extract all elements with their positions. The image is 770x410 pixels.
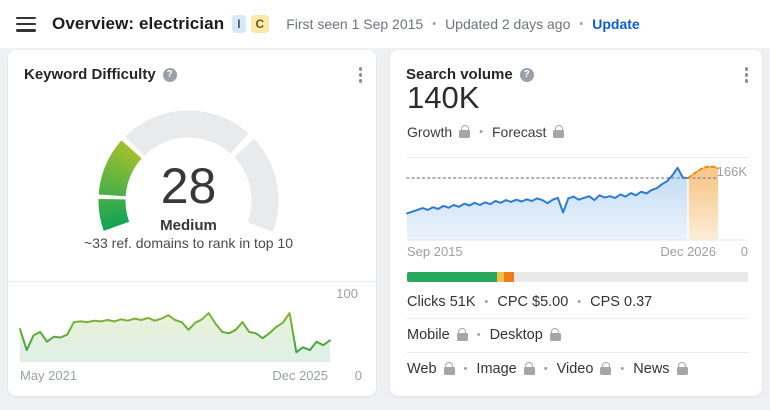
growth-forecast-toggles: Growth • Forecast — [407, 124, 565, 140]
item-label: News — [633, 361, 670, 377]
help-icon[interactable]: ? — [162, 67, 177, 82]
more-options-icon[interactable] — [741, 63, 753, 87]
lock-icon — [523, 362, 535, 375]
clicks-stats-row: Clicks 51K • CPC $5.00 • CPS 0.37 — [407, 294, 652, 310]
divider — [8, 281, 376, 282]
cpc-5-00-item: CPC $5.00 — [497, 294, 568, 310]
item-label: Forecast — [491, 124, 547, 140]
updated-text: Updated 2 days ago — [445, 16, 571, 32]
separator-dot: • — [543, 363, 548, 375]
news-item[interactable]: News — [633, 361, 688, 377]
axis-label-start: Sep 2015 — [407, 244, 463, 259]
lock-icon — [600, 362, 612, 375]
axis-label-zero: 0 — [740, 244, 748, 259]
devices-row: Mobile • Desktop — [407, 327, 561, 343]
search-volume-chart[interactable]: 166K — [390, 158, 762, 250]
svg-text:166K: 166K — [717, 164, 748, 179]
separator-dot: • — [484, 296, 489, 308]
mobile-item[interactable]: Mobile — [407, 327, 468, 343]
intent-badge-informational[interactable]: I — [232, 15, 246, 33]
separator-dot: • — [579, 18, 584, 30]
kd-score-value: 28 — [160, 158, 217, 214]
lock-icon — [553, 125, 565, 138]
kd-ref-domains-note: ~33 ref. domains to rank in top 10 — [84, 235, 293, 251]
axis-label-zero: 0 — [354, 368, 362, 383]
item-label: Web — [407, 361, 437, 377]
search-volume-value: 140K — [407, 80, 480, 115]
cps-0-37-item: CPS 0.37 — [590, 294, 652, 310]
item-label: Video — [556, 361, 594, 377]
axis-label-start: May 2021 — [20, 368, 78, 383]
help-icon[interactable]: ? — [519, 67, 534, 82]
clicks-51k-item: Clicks 51K — [407, 294, 476, 310]
separator-dot: • — [577, 296, 582, 308]
update-link[interactable]: Update — [592, 16, 639, 32]
mixed-clicks-segment — [497, 272, 504, 282]
item-label: Clicks 51K — [407, 294, 476, 310]
item-label: Growth — [407, 124, 453, 140]
item-label: Desktop — [489, 327, 543, 343]
web-item[interactable]: Web — [407, 361, 455, 377]
more-options-icon[interactable] — [355, 63, 367, 87]
separator-dot: • — [620, 363, 625, 375]
lock-icon — [443, 362, 455, 375]
item-label: CPS 0.37 — [590, 294, 653, 310]
divider — [407, 318, 748, 319]
desktop-item[interactable]: Desktop — [490, 327, 561, 343]
forecast-item[interactable]: Forecast — [491, 124, 565, 140]
first-seen-text: First seen 1 Sep 2015 — [286, 16, 424, 32]
lock-icon — [676, 362, 688, 375]
top-bar: Overview: electrician I C First seen 1 S… — [0, 0, 770, 48]
growth-item[interactable]: Growth — [407, 124, 471, 140]
separator-dot: • — [463, 363, 468, 375]
svg-text:100: 100 — [336, 286, 358, 301]
keyword-meta: First seen 1 Sep 2015 • Updated 2 days a… — [286, 16, 639, 32]
paid-clicks-segment — [503, 272, 514, 282]
axis-label-end: Dec 2025 — [272, 368, 328, 383]
item-label: Image — [476, 361, 517, 377]
kd-level-label: Medium — [160, 217, 217, 234]
kd-card-header: Keyword Difficulty ? — [24, 63, 366, 87]
organic-clicks-segment — [407, 272, 498, 282]
page-title: Overview: electrician — [52, 14, 225, 33]
image-item[interactable]: Image — [476, 361, 535, 377]
axis-label-end: Dec 2026 — [660, 244, 716, 259]
intent-badge-commercial[interactable]: C — [250, 15, 270, 33]
search-volume-card: Search volume ? 140K Growth • Forecast 166… — [390, 50, 762, 396]
lock-icon — [549, 328, 561, 341]
kd-card-title: Keyword Difficulty — [24, 66, 156, 84]
divider — [407, 352, 748, 353]
video-item[interactable]: Video — [557, 361, 612, 377]
lock-icon — [459, 125, 471, 138]
kd-chart-axis: May 2021 Dec 2025 0 — [20, 368, 362, 384]
item-label: CPC $5.00 — [497, 294, 569, 310]
menu-icon[interactable] — [16, 16, 36, 32]
platforms-row: Web • Image • Video • News — [407, 361, 688, 377]
volume-chart-axis: Sep 2015 Dec 2026 0 — [407, 244, 748, 260]
bar-track-remainder — [513, 272, 748, 282]
lock-icon — [456, 328, 468, 341]
separator-dot: • — [479, 126, 483, 138]
clicks-distribution-bar — [407, 272, 748, 282]
item-label: Mobile — [407, 327, 450, 343]
separator-dot: • — [432, 18, 437, 30]
separator-dot: • — [476, 329, 481, 341]
keyword-difficulty-card: Keyword Difficulty ? 28 Medium ~33 ref. … — [8, 50, 376, 396]
